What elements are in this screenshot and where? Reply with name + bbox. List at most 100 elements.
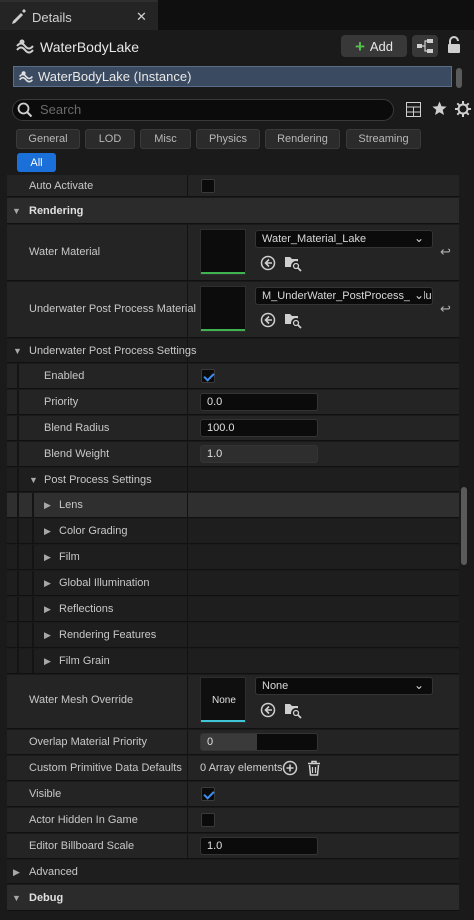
filter-physics[interactable]: Physics — [196, 129, 260, 149]
star-icon[interactable] — [432, 101, 447, 119]
find-in-browser-icon[interactable] — [284, 311, 302, 329]
blueprint-icon — [417, 39, 433, 56]
property-label: Water Material — [29, 246, 101, 258]
actor-name: WaterBodyLake — [40, 39, 140, 55]
water-material-dropdown[interactable]: Water_Material_Lake ⌄ — [255, 230, 433, 248]
scrollbar-thumb[interactable] — [461, 487, 467, 565]
blueprint-button[interactable] — [412, 35, 438, 57]
material-thumb-bar — [201, 272, 245, 274]
column-divider — [187, 493, 188, 517]
chevron-right-icon: ▶ — [44, 578, 51, 588]
chevron-right-icon: ▶ — [44, 656, 51, 666]
category-debug[interactable]: ▼ Debug — [7, 885, 459, 911]
section-label: Reflections — [59, 603, 114, 615]
column-divider — [187, 782, 188, 806]
filter-rendering[interactable]: Rendering — [265, 129, 340, 149]
property-row-underwater-material: Underwater Post Process Material M_Under… — [7, 282, 459, 338]
find-in-browser-icon[interactable] — [284, 254, 302, 272]
section-label: Lens — [59, 499, 83, 511]
input-value: 0 — [207, 736, 214, 748]
blend-weight-slider[interactable]: 1.0 — [200, 445, 318, 463]
details-tab[interactable]: Details ✕ — [0, 0, 158, 30]
lock-icon[interactable] — [447, 36, 461, 54]
column-divider — [187, 623, 188, 647]
chevron-down-icon: ▼ — [13, 346, 22, 356]
reset-icon[interactable]: ↩ — [440, 301, 451, 317]
filter-all[interactable]: All — [17, 153, 56, 172]
category-label: Debug — [29, 892, 64, 904]
browse-icon[interactable] — [260, 702, 276, 718]
indent-guide — [32, 623, 34, 647]
mesh-thumb-bar — [201, 720, 245, 722]
indent-guide — [17, 545, 19, 569]
filter-misc[interactable]: Misc — [140, 129, 191, 149]
property-row-billboard-scale: Editor Billboard Scale 1.0 — [7, 834, 459, 859]
find-in-browser-icon[interactable] — [284, 701, 302, 719]
water-mesh-dropdown[interactable]: None ⌄ — [255, 677, 433, 695]
property-row-water-mesh-override: Water Mesh Override None None ⌄ — [7, 675, 459, 729]
group-advanced[interactable]: ▶ Advanced — [7, 860, 459, 884]
pp-section-reflections[interactable]: ▶ Reflections — [7, 597, 459, 622]
chevron-right-icon: ▶ — [44, 500, 51, 510]
instance-scrollbar[interactable] — [456, 68, 462, 88]
mesh-thumbnail[interactable]: None — [200, 677, 246, 723]
section-label: Color Grading — [59, 525, 128, 537]
search-placeholder: Search — [40, 102, 82, 117]
underwater-material-dropdown[interactable]: M_UnderWater_PostProcess_Volume ⌄ — [255, 287, 433, 305]
material-thumbnail[interactable] — [200, 229, 246, 275]
indent-guide — [32, 493, 34, 517]
trash-icon[interactable] — [306, 760, 322, 776]
pp-section-global-illumination[interactable]: ▶ Global Illumination — [7, 571, 459, 596]
browse-icon[interactable] — [260, 312, 276, 328]
indent-guide — [17, 649, 19, 673]
pp-section-film-grain[interactable]: ▶ Film Grain — [7, 649, 459, 674]
property-row-priority: Priority 0.0 — [7, 390, 459, 415]
browse-icon[interactable] — [260, 255, 276, 271]
category-rendering[interactable]: ▼ Rendering — [7, 198, 459, 224]
thumbnail-label: None — [212, 695, 236, 706]
indent-guide — [17, 390, 19, 414]
filter-general[interactable]: General — [16, 129, 80, 149]
pp-section-color-grading[interactable]: ▶ Color Grading — [7, 519, 459, 544]
property-label: Priority — [44, 396, 79, 408]
pp-section-lens[interactable]: ▶ Lens — [7, 493, 459, 518]
column-divider — [187, 225, 188, 280]
group-underwater-settings[interactable]: ▼ Underwater Post Process Settings — [7, 339, 459, 363]
overlap-priority-input[interactable]: 0 — [200, 733, 318, 751]
column-divider — [187, 545, 188, 569]
property-row-overlap-priority: Overlap Material Priority 0 — [7, 730, 459, 755]
add-element-icon[interactable] — [282, 760, 298, 776]
pp-section-rendering-features[interactable]: ▶ Rendering Features — [7, 623, 459, 648]
pp-section-film[interactable]: ▶ Film — [7, 545, 459, 570]
indent-guide — [17, 623, 19, 647]
auto-activate-checkbox[interactable] — [201, 179, 215, 193]
property-label: Enabled — [44, 370, 85, 382]
actor-hidden-checkbox[interactable] — [201, 813, 215, 827]
property-row-blend-radius: Blend Radius 100.0 — [7, 416, 459, 441]
instance-label: WaterBodyLake (Instance) — [38, 69, 192, 84]
reset-icon[interactable]: ↩ — [440, 244, 451, 260]
material-thumbnail[interactable] — [200, 286, 246, 332]
column-divider — [187, 571, 188, 595]
group-post-process-settings[interactable]: ▼ Post Process Settings — [7, 468, 459, 492]
indent-guide — [17, 364, 19, 388]
group-label: Underwater Post Process Settings — [29, 345, 197, 357]
priority-input[interactable]: 0.0 — [200, 393, 318, 411]
filter-streaming[interactable]: Streaming — [346, 129, 421, 149]
billboard-scale-input[interactable]: 1.0 — [200, 837, 318, 855]
chevron-right-icon: ▶ — [13, 867, 20, 877]
property-list: Auto Activate ▼ Rendering Water Material… — [7, 175, 459, 920]
visible-checkbox[interactable] — [201, 787, 215, 801]
property-label: Visible — [29, 788, 62, 800]
chevron-down-icon: ⌄ — [409, 288, 424, 302]
enabled-checkbox[interactable] — [201, 369, 215, 383]
add-button[interactable]: + Add — [341, 35, 407, 57]
instance-row[interactable]: WaterBodyLake (Instance) — [13, 66, 452, 87]
blend-radius-input[interactable]: 100.0 — [200, 419, 318, 437]
filter-lod[interactable]: LOD — [85, 129, 135, 149]
gear-icon[interactable] — [455, 101, 471, 120]
close-icon[interactable]: ✕ — [136, 9, 147, 25]
indent-guide — [32, 519, 34, 543]
dropdown-value: M_UnderWater_PostProcess_Volume — [262, 290, 433, 302]
table-view-icon[interactable] — [406, 102, 421, 120]
